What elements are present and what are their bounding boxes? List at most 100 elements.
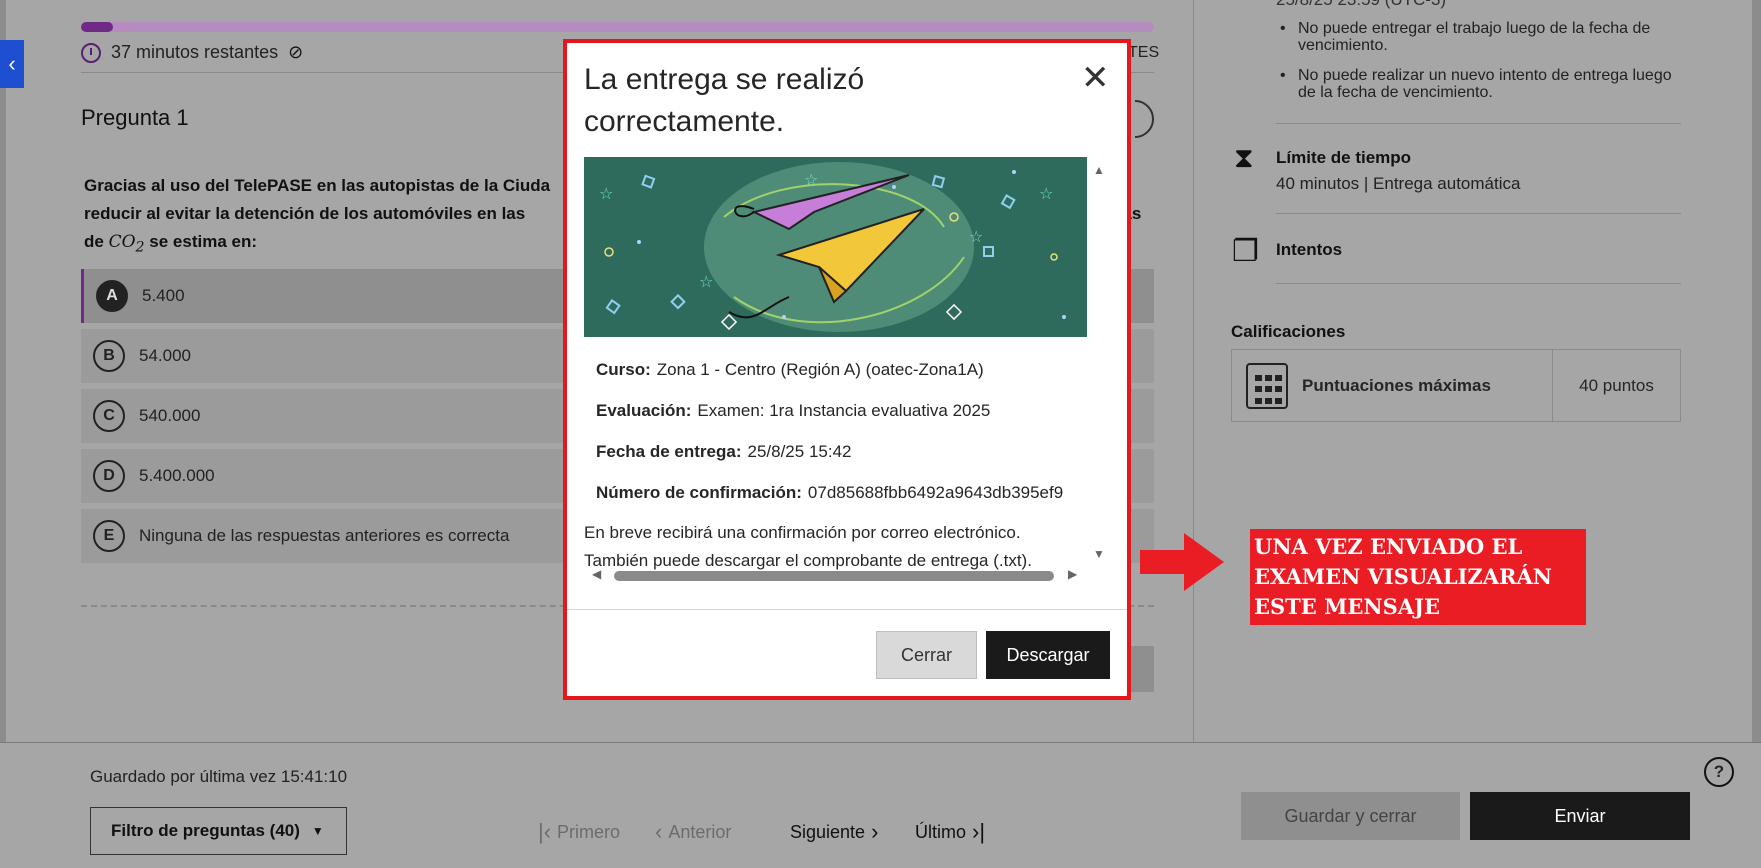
question-line-3-pre: de (84, 232, 104, 251)
chevron-right-icon: › (871, 819, 879, 844)
dialog-footer-divider (567, 609, 1127, 610)
time-remaining: 37 minutos restantes (111, 42, 279, 62)
nav-first[interactable]: |‹ Primero (538, 819, 620, 845)
save-and-close-button[interactable]: Guardar y cerrar (1241, 792, 1460, 840)
course-row: Curso: Zona 1 - Centro (Región A) (oatec-… (596, 360, 984, 380)
timer: 37 minutos restantes ⊘ (81, 42, 303, 63)
calculator-icon (1246, 362, 1288, 409)
last-icon: ›| (972, 819, 986, 844)
close-button[interactable]: Cerrar (876, 631, 977, 679)
nav-next[interactable]: Siguiente › (790, 819, 878, 845)
divider (1276, 213, 1681, 214)
nav-previous-label: Anterior (668, 821, 732, 842)
option-text: 54.000 (139, 346, 191, 365)
dialog-title: La entrega se realizó correctamente. (584, 63, 865, 138)
question-line-1: Gracias al uso del TelePASE en las autop… (84, 176, 551, 195)
scroll-left-icon[interactable]: ◀ (592, 567, 601, 581)
time-progress-bar (81, 22, 1154, 32)
filter-label: Filtro de preguntas (40) (111, 821, 300, 840)
collapse-panel-button[interactable]: ‹ (0, 40, 24, 88)
bottom-bar: Guardado por última vez 15:41:10 Filtro … (0, 742, 1761, 868)
option-letter: C (93, 400, 125, 432)
svg-text:☆: ☆ (1039, 186, 1053, 203)
formula-sub: 2 (135, 239, 145, 256)
dialog-scroll-area[interactable]: ☆ ☆ ☆ ☆ ☆ Curso: Zona 1 - Centro (Región… (584, 157, 1111, 589)
submission-date-row: Fecha de entrega: 25/8/25 15:42 (596, 442, 851, 462)
due-date-fragment: 25/8/25 23:59 (UTC-3) (1276, 0, 1446, 10)
option-text: 5.400 (142, 286, 185, 305)
course-value: Zona 1 - Centro (Región A) (oatec-Zona1A… (656, 360, 984, 379)
question-filter-dropdown[interactable]: Filtro de preguntas (40) ▼ (90, 807, 347, 855)
time-limit-title: Límite de tiempo (1276, 148, 1412, 167)
submission-date-label: Fecha de entrega: (596, 442, 742, 461)
grades-title: Calificaciones (1231, 322, 1346, 341)
question-line-3-post: se estima en: (149, 232, 258, 251)
caret-down-icon: ▼ (311, 824, 324, 838)
scroll-up-icon[interactable]: ▲ (1093, 163, 1105, 177)
max-scores-box: Puntuaciones máximas 40 puntos (1231, 349, 1681, 422)
hide-timer-icon[interactable]: ⊘ (288, 42, 303, 63)
left-edge (0, 0, 6, 742)
scroll-right-icon[interactable]: ▶ (1068, 567, 1077, 581)
annotation-note: UNA VEZ ENVIADO EL EXAMEN VISUALIZARÁN E… (1250, 529, 1586, 625)
option-letter: D (93, 460, 125, 492)
nav-previous[interactable]: ‹ Anterior (655, 819, 731, 845)
confirmation-row: Número de confirmación: 07d85688fbb6492a9… (596, 483, 1063, 503)
rule-bullet: No puede entregar el trabajo luego de la… (1280, 20, 1683, 54)
chevron-left-icon: ‹ (8, 51, 16, 76)
divider (1276, 283, 1681, 284)
annotation-line: UNA VEZ ENVIADO EL (1254, 534, 1523, 559)
formula-co: CO (108, 232, 136, 252)
rule-bullet: No puede realizar un nuevo intento de en… (1280, 67, 1683, 101)
horizontal-scrollbar[interactable]: ◀ ▶ (584, 567, 1087, 583)
divider (1276, 123, 1681, 124)
svg-text:☆: ☆ (599, 186, 613, 203)
nav-first-label: Primero (557, 821, 621, 842)
submission-success-dialog: La entrega se realizó correctamente. ✕ ☆… (563, 39, 1131, 700)
time-progress-fill (81, 22, 114, 32)
annotation-line: ESTE MENSAJE (1254, 594, 1440, 619)
question-line-2: reducir al evitar la detención de los au… (84, 204, 526, 223)
confirmation-label: Número de confirmación: (596, 483, 802, 502)
page-scrollbar[interactable] (1752, 0, 1761, 742)
option-letter: A (96, 280, 128, 312)
svg-text:☆: ☆ (969, 229, 983, 246)
first-icon: |‹ (538, 819, 552, 844)
timer-icon (81, 42, 101, 63)
option-text: 5.400.000 (139, 466, 215, 485)
nav-last[interactable]: Último ›| (915, 819, 985, 845)
max-scores-label: Puntuaciones máximas (1302, 375, 1491, 395)
download-button[interactable]: Descargar (986, 631, 1110, 679)
submit-button[interactable]: Enviar (1470, 792, 1690, 840)
submission-date-value: 25/8/25 15:42 (747, 442, 852, 461)
question-title: Pregunta 1 (81, 105, 189, 130)
annotation-line: EXAMEN VISUALIZARÁN (1254, 564, 1552, 589)
question-formula: CO2 (108, 232, 145, 256)
svg-text:☆: ☆ (804, 172, 818, 189)
confirmation-value: 07d85688fbb6492a9643db395ef9 (807, 483, 1064, 502)
svg-text:☆: ☆ (699, 274, 713, 291)
evaluation-label: Evaluación: (596, 401, 692, 420)
scrollbar-thumb[interactable] (614, 571, 1054, 581)
chevron-left-icon: ‹ (655, 819, 663, 844)
last-saved: Guardado por última vez 15:41:10 (90, 767, 348, 786)
option-text: 540.000 (139, 406, 201, 425)
nav-last-label: Último (915, 821, 967, 842)
red-arrow-icon (1140, 533, 1224, 591)
scroll-down-icon[interactable]: ▼ (1093, 547, 1105, 561)
option-letter: E (93, 520, 125, 552)
close-icon[interactable]: ✕ (1081, 61, 1110, 95)
evaluation-row: Evaluación: Examen: 1ra Instancia evaluat… (596, 401, 990, 421)
paper-plane-illustration: ☆ ☆ ☆ ☆ ☆ (584, 157, 1087, 337)
course-label: Curso: (596, 360, 651, 379)
evaluation-value: Examen: 1ra Instancia evaluativa 2025 (697, 401, 991, 420)
time-limit-value: 40 minutos | Entrega automática (1276, 174, 1521, 193)
help-icon[interactable]: ? (1704, 757, 1734, 787)
attempts-title: Intentos (1276, 240, 1343, 259)
right-panel-divider (1193, 0, 1194, 742)
attempts-icon: ❐ (1232, 235, 1259, 268)
nav-next-label: Siguiente (790, 821, 866, 842)
max-scores-value: 40 puntos (1552, 350, 1680, 421)
option-letter: B (93, 340, 125, 372)
tes-fragment: TES (1128, 44, 1160, 61)
